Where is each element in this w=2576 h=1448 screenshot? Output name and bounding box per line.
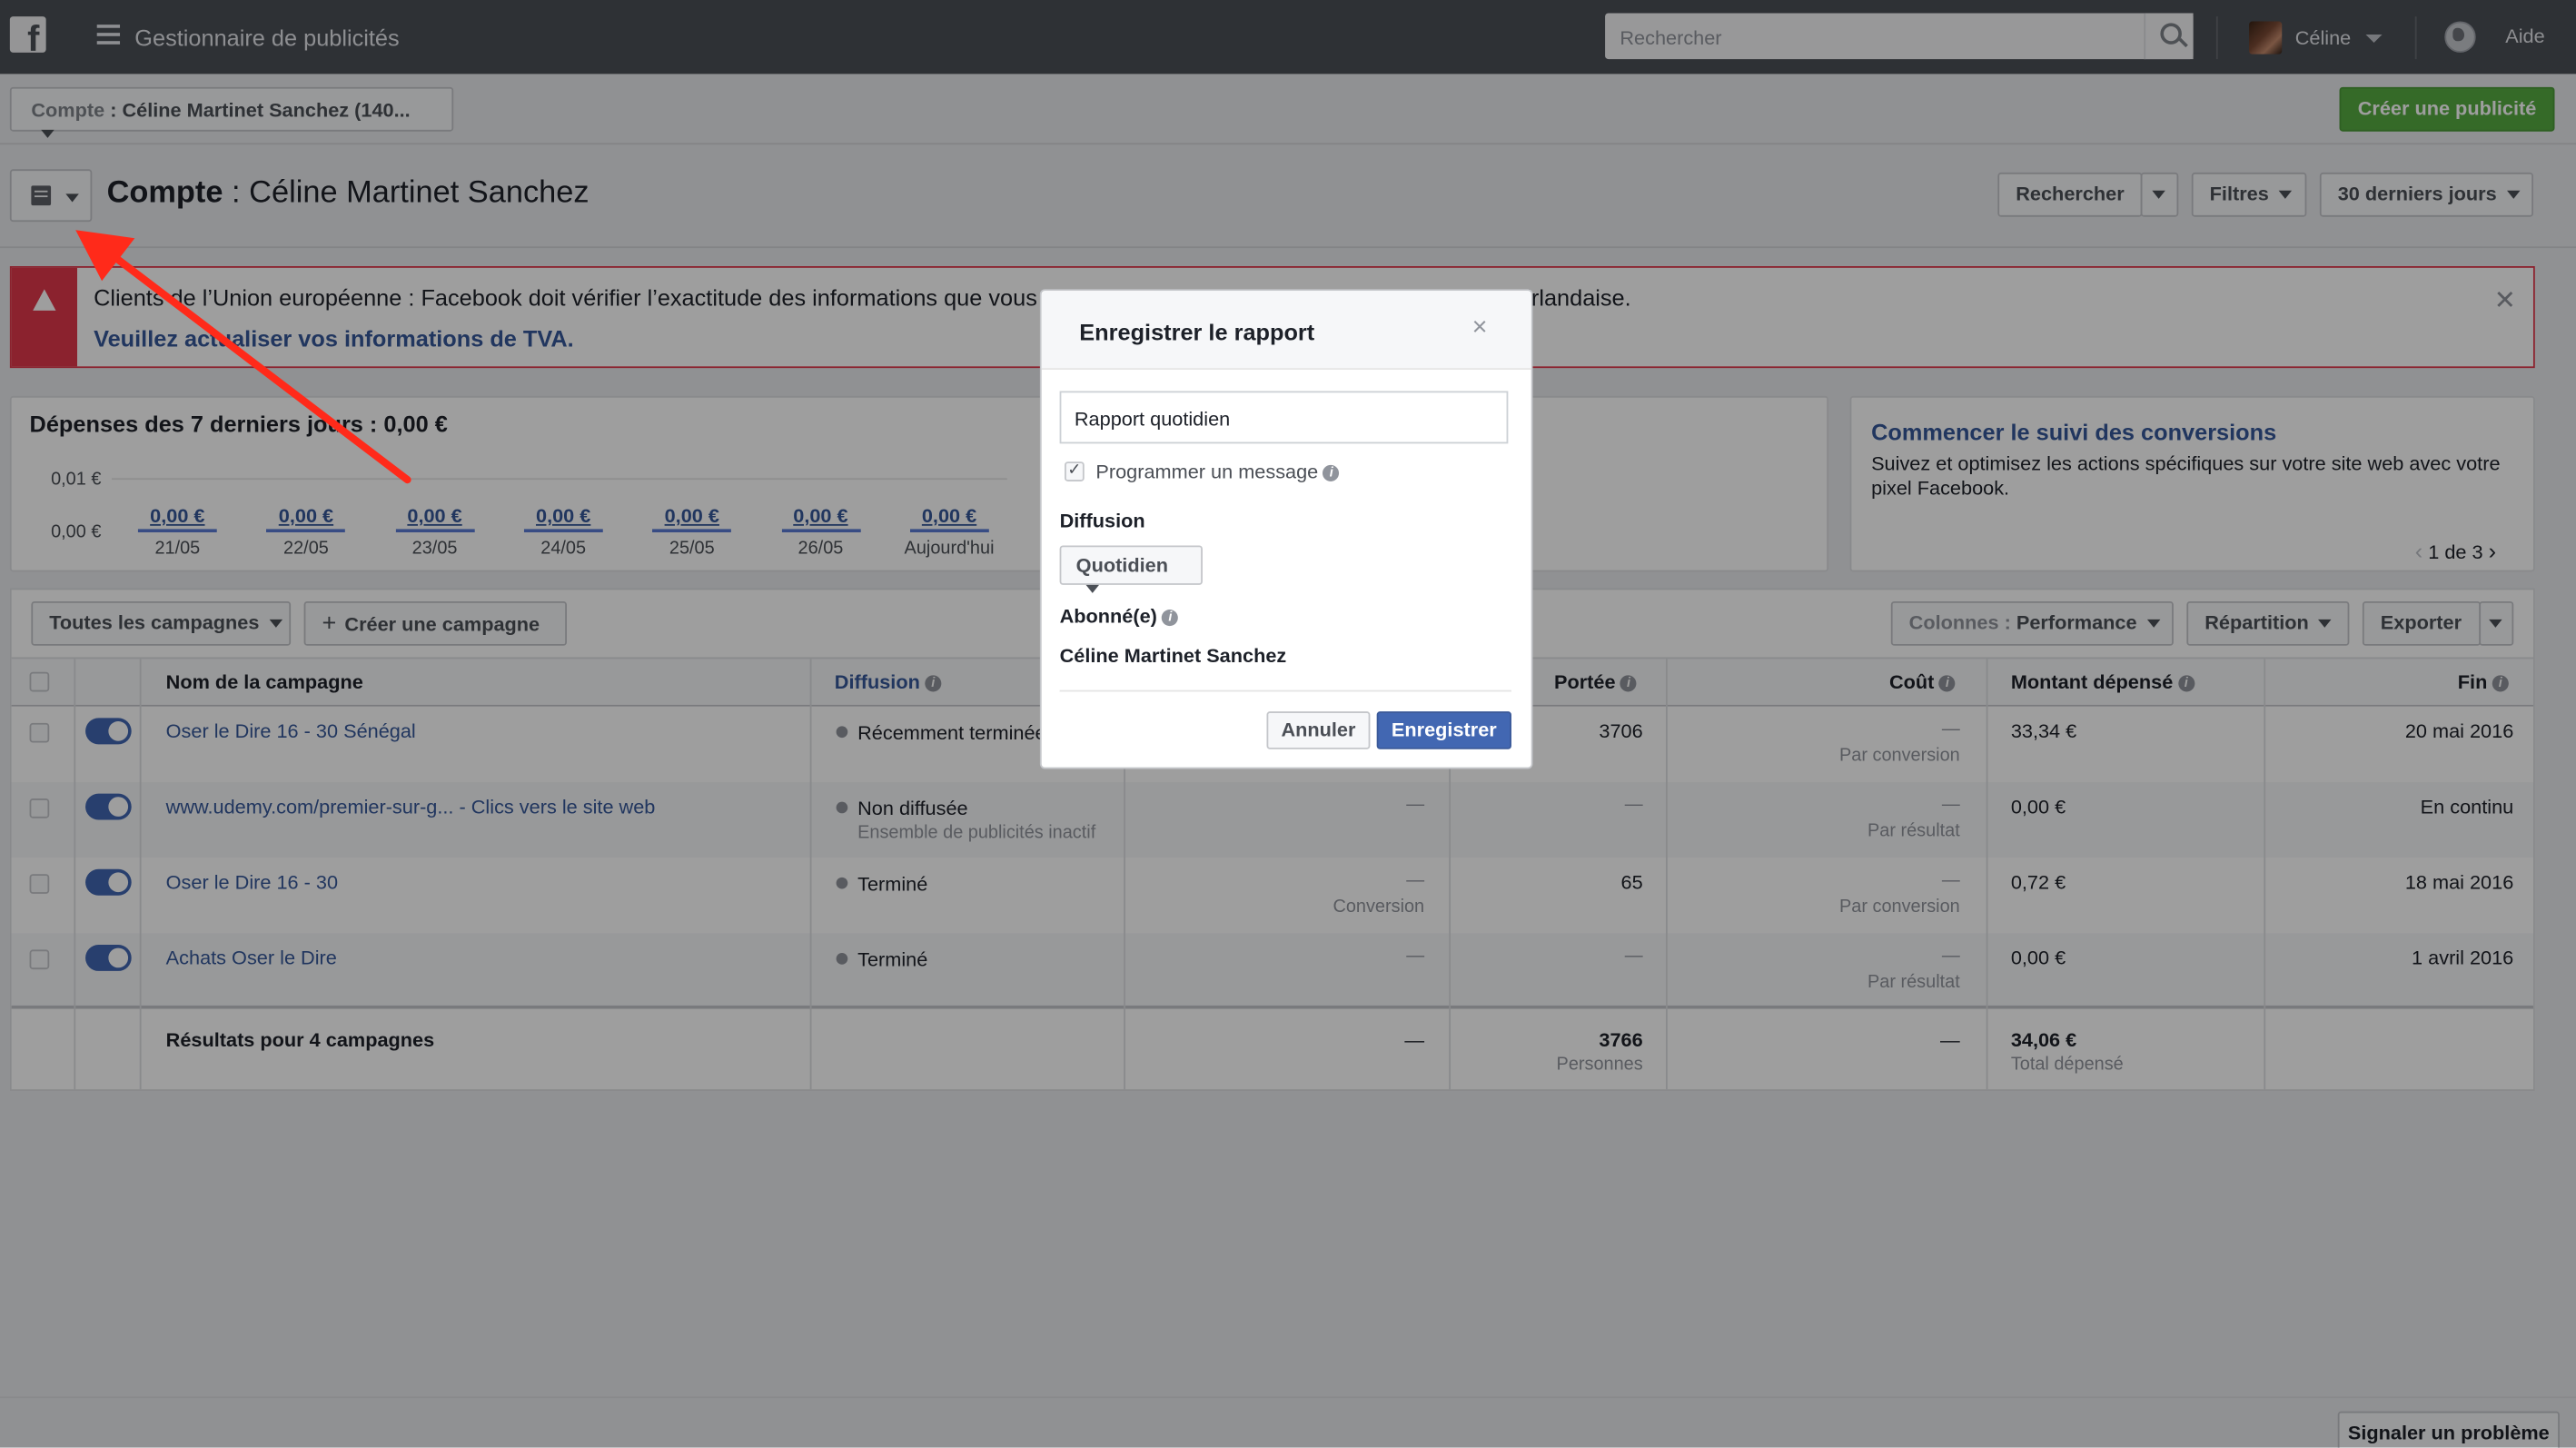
arrow-head (75, 230, 135, 282)
arrow-shaft (101, 245, 411, 484)
ads-manager-app: f Gestionnaire de publicités Rechercher … (0, 0, 2576, 1448)
red-arrow-annotation (75, 230, 411, 484)
